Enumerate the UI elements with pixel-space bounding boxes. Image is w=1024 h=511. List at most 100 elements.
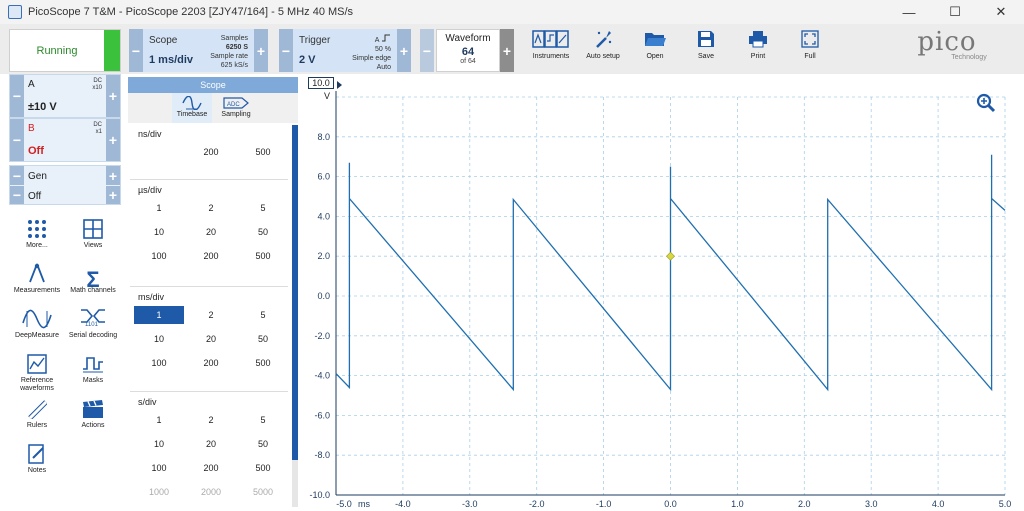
timebase-option[interactable]: 50 xyxy=(238,435,288,453)
trigger-percent: 50 % xyxy=(375,46,391,53)
timebase-option[interactable]: 2 xyxy=(186,306,236,324)
notes-button[interactable]: Notes xyxy=(9,438,65,475)
tab-timebase[interactable]: Timebase xyxy=(172,93,212,123)
channel-b-decrease-button[interactable]: − xyxy=(10,119,24,161)
timebase-option[interactable]: 10 xyxy=(134,223,184,241)
views-grid-icon xyxy=(83,219,103,239)
timebase-option[interactable]: 5 xyxy=(238,306,288,324)
channel-a-control[interactable]: − A DC x10 ±10 V + xyxy=(9,74,121,118)
timebase-option[interactable]: 20 xyxy=(186,435,236,453)
views-button[interactable]: Views xyxy=(65,213,121,250)
timebase-option[interactable]: 50 xyxy=(238,330,288,348)
timebase-scrollbar[interactable] xyxy=(292,125,298,507)
timebase-option[interactable]: 200 xyxy=(186,354,236,372)
sigma-icon: Σ xyxy=(86,267,100,292)
timebase-option[interactable]: 5000 xyxy=(238,483,288,501)
timebase-option[interactable]: 1 xyxy=(134,199,184,217)
timebase-scrollbar-thumb[interactable] xyxy=(292,125,298,460)
generator-decrease-button[interactable]: − xyxy=(10,166,24,185)
x-tick-label: 4.0 xyxy=(932,499,945,509)
rising-edge-icon xyxy=(382,34,390,42)
timebase-option[interactable]: 10 xyxy=(134,330,184,348)
x-tick-label: -1.0 xyxy=(596,499,612,509)
timebase-option[interactable]: 1 xyxy=(134,411,184,429)
save-button[interactable]: Save xyxy=(678,28,734,60)
generator-control[interactable]: − − Gen Off + + xyxy=(9,165,121,205)
more-button[interactable]: More... xyxy=(9,213,65,250)
open-button[interactable]: Open xyxy=(627,28,683,60)
timebase-option[interactable]: 2 xyxy=(186,199,236,217)
close-button[interactable]: ✕ xyxy=(978,0,1024,24)
scope-decrease-button[interactable]: − xyxy=(129,29,143,72)
waveform-next-button[interactable]: + xyxy=(500,29,514,72)
print-button[interactable]: Print xyxy=(730,28,786,60)
channel-b-range: Off xyxy=(28,145,44,157)
generator-off-decrease-button[interactable]: − xyxy=(10,186,24,204)
trigger-marker[interactable] xyxy=(666,251,675,261)
timebase-option[interactable]: 500 xyxy=(238,354,288,372)
timebase-section-title: µs/div xyxy=(138,185,162,195)
full-screen-button[interactable]: Full xyxy=(782,28,838,60)
trigger-label: Trigger xyxy=(299,35,331,46)
waveform-value: 64 xyxy=(461,46,475,58)
scope-timebase-control[interactable]: Scope 1 ms/div Samples 6250 S Sample rat… xyxy=(143,29,254,72)
timebase-option[interactable]: 100 xyxy=(134,247,184,265)
timebase-option[interactable]: 20 xyxy=(186,330,236,348)
scope-increase-button[interactable]: + xyxy=(254,29,268,72)
actions-label: Actions xyxy=(81,422,105,429)
timebase-option[interactable]: 500 xyxy=(238,247,288,265)
serial-decoding-button[interactable]: 1101 Serial decoding xyxy=(65,303,121,340)
measurements-button[interactable]: Measurements xyxy=(9,258,65,295)
timebase-option[interactable]: 1 xyxy=(134,306,184,324)
actions-button[interactable]: Actions xyxy=(65,393,121,430)
waveform-buffer-control[interactable]: Waveform 64 of 64 xyxy=(436,29,500,72)
trigger-increase-button[interactable]: + xyxy=(397,29,411,72)
channel-a-increase-button[interactable]: + xyxy=(106,75,120,117)
instruments-button[interactable]: Instruments xyxy=(523,28,579,60)
timebase-option[interactable]: 10 xyxy=(134,435,184,453)
minimize-button[interactable]: — xyxy=(886,0,932,24)
maximize-button[interactable]: ☐ xyxy=(932,0,978,24)
timebase-option[interactable]: 5 xyxy=(238,411,288,429)
generator-increase-button[interactable]: + xyxy=(106,166,120,185)
deepmeasure-button[interactable]: DeepMeasure xyxy=(9,303,65,340)
channel-a-coupling: DC x10 xyxy=(92,78,102,92)
timebase-option[interactable]: 200 xyxy=(186,459,236,477)
trigger-decrease-button[interactable]: − xyxy=(279,29,293,72)
channel-a-decrease-button[interactable]: − xyxy=(10,75,24,117)
channel-b-control[interactable]: − B DC x1 Off + xyxy=(9,118,121,162)
channel-b-increase-button[interactable]: + xyxy=(106,119,120,161)
timebase-option[interactable]: 500 xyxy=(238,459,288,477)
timebase-option[interactable]: 200 xyxy=(186,143,236,161)
y-axis-marker xyxy=(337,81,342,89)
generator-name: Gen xyxy=(28,171,47,182)
generator-off-increase-button[interactable]: + xyxy=(106,186,120,204)
waveform-label: Waveform xyxy=(445,33,491,44)
timebase-option[interactable]: 2 xyxy=(186,411,236,429)
timebase-option[interactable]: 2000 xyxy=(186,483,236,501)
rulers-button[interactable]: Rulers xyxy=(9,393,65,430)
timebase-option[interactable]: 100 xyxy=(134,459,184,477)
x-tick-label: 0.0 xyxy=(664,499,677,509)
timebase-option[interactable]: 500 xyxy=(238,143,288,161)
tab-sampling[interactable]: ADC Sampling xyxy=(216,93,256,123)
timebase-option[interactable]: 200 xyxy=(186,247,236,265)
reference-waveforms-button[interactable]: Reference waveforms xyxy=(9,348,65,393)
auto-setup-button[interactable]: Auto setup xyxy=(575,28,631,60)
oscilloscope-plot[interactable]: 8.0 6.0 4.0 2.0 0.0 -2.0 -4.0 -6.0 -8.0 -10.0 -5.0… xyxy=(300,77,1018,509)
y-tick-label: -4.0 xyxy=(314,371,330,381)
timebase-option[interactable]: 100 xyxy=(134,354,184,372)
zoom-button[interactable] xyxy=(976,93,996,118)
trigger-control[interactable]: Trigger 2 V A 50 % Simple edge Auto xyxy=(293,29,397,72)
waveform-previous-button[interactable]: − xyxy=(420,29,434,72)
masks-button[interactable]: Masks xyxy=(65,348,121,385)
zoom-in-icon xyxy=(976,93,996,113)
timebase-panel-header: Scope xyxy=(128,77,298,93)
timebase-option[interactable]: 1000 xyxy=(134,483,184,501)
x-tick-label: 5.0 xyxy=(999,499,1012,509)
timebase-option[interactable]: 5 xyxy=(238,199,288,217)
run-stop-button[interactable]: Running xyxy=(9,29,121,72)
math-channels-button[interactable]: Σ Math channels xyxy=(65,258,121,295)
timebase-option[interactable]: 20 xyxy=(186,223,236,241)
timebase-option[interactable]: 50 xyxy=(238,223,288,241)
